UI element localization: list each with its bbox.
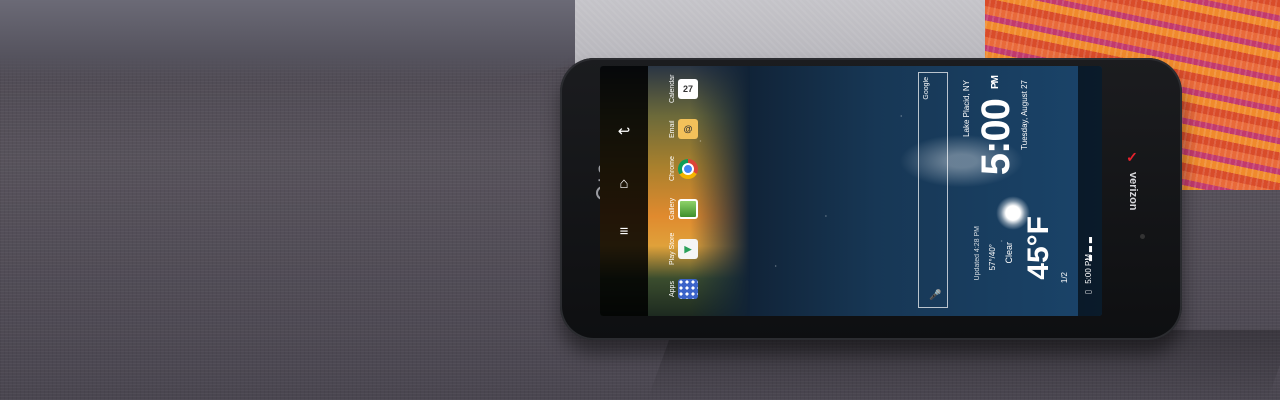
clock-date: Tuesday, August 27 [1020, 80, 1029, 150]
app-label: Gallery [669, 197, 676, 221]
app-calendar[interactable]: 27 Calendar [652, 72, 698, 106]
app-apps[interactable]: Apps [652, 272, 698, 306]
email-icon: @ [678, 119, 698, 139]
weather-hilo: 57°/40° [988, 244, 997, 271]
verizon-check-icon: ✓ [1125, 150, 1141, 166]
clock-time-digits: 5:00 [974, 99, 1018, 176]
app-gallery[interactable]: Gallery [652, 192, 698, 226]
back-icon[interactable]: ↩ [614, 122, 634, 142]
weather-updated: Updated 4:28 PM [974, 226, 981, 281]
app-label: Apps [669, 281, 676, 297]
status-bar: ▮▮▮ 5:00 PM ▭ [1078, 66, 1102, 316]
calendar-icon: 27 [678, 79, 698, 99]
google-search-widget[interactable]: Google 🎤 [918, 72, 948, 308]
clock-ampm: PM [990, 76, 1001, 89]
home-icon[interactable]: ⌂ [614, 174, 634, 194]
app-label: Chrome [669, 156, 676, 182]
battery-icon: ▭ [1084, 288, 1093, 297]
chrome-icon [678, 159, 698, 179]
app-play-store[interactable]: ▶ Play Store [652, 232, 698, 266]
weather-temp: 45°F [1022, 216, 1055, 280]
app-label: Email [669, 120, 676, 138]
clock-time: 5:00 PM [974, 76, 1019, 175]
microphone-icon[interactable]: 🎤 [929, 290, 941, 301]
cushion-seam [647, 330, 1280, 400]
tablet-screen: ↩ ⌂ ≡ 27 Calendar @ Email Chrome Gallery… [600, 66, 1102, 316]
weather-city: Lake Placid, NY [962, 80, 971, 137]
clock-weather-widget[interactable]: Lake Placid, NY 5:00 PM Tuesday, August … [960, 66, 1060, 316]
navigation-bar: ↩ ⌂ ≡ [600, 66, 648, 316]
app-dock: 27 Calendar @ Email Chrome Gallery ▶ Pla… [648, 66, 702, 316]
menu-icon[interactable]: ≡ [614, 222, 634, 242]
app-chrome[interactable]: Chrome [652, 152, 698, 186]
apps-grid-icon [678, 279, 698, 299]
front-camera [1140, 234, 1145, 239]
weather-condition: Clear [1004, 242, 1014, 264]
gallery-icon [678, 199, 698, 219]
app-label: Play Store [669, 232, 676, 266]
search-label: Google [923, 77, 930, 100]
page-indicator: 1/2 [1060, 272, 1069, 284]
play-store-icon: ▶ [678, 239, 698, 259]
app-label: Calendar [669, 74, 676, 104]
status-time: 5:00 PM [1084, 254, 1093, 284]
couch-cushion [0, 0, 640, 80]
verizon-logo: ✓ verizon [1118, 150, 1148, 220]
verizon-logo-text: verizon [1127, 172, 1139, 211]
app-email[interactable]: @ Email [652, 112, 698, 146]
